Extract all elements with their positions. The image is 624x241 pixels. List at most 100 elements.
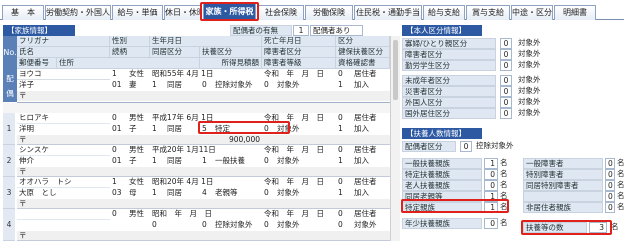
self-info-label: 障害者区分: [402, 49, 496, 60]
birthdate[interactable]: 昭和20年 4月 1日: [150, 177, 262, 188]
spouse-cohab-code[interactable]: 1: [150, 80, 162, 91]
self-info-code[interactable]: 0: [500, 97, 512, 108]
health-ins-code[interactable]: 0: [336, 220, 350, 231]
birthdate[interactable]: 昭和 年 月 日: [150, 209, 262, 220]
deathdate[interactable]: 令和 年 月 日: [262, 177, 336, 188]
health-ins-code[interactable]: 1: [336, 124, 350, 135]
relation: 子: [129, 156, 137, 165]
dependent-name[interactable]: [17, 220, 110, 231]
address-field[interactable]: [57, 231, 200, 240]
self-info-code[interactable]: 0: [500, 108, 512, 119]
division-code[interactable]: 0: [336, 209, 350, 220]
tab-labor-insurance[interactable]: 労働保険: [305, 5, 353, 20]
spouse-name[interactable]: 洋子: [17, 80, 110, 91]
tab-statement[interactable]: 明細書: [554, 5, 596, 20]
dependent-kana[interactable]: オオハラ トシ: [17, 177, 110, 188]
dependent-code[interactable]: 1: [200, 156, 212, 167]
tab-social-insurance[interactable]: 社会保険: [258, 5, 304, 20]
dependent-kana[interactable]: [17, 209, 110, 220]
extra-field[interactable]: [262, 231, 390, 240]
division-code[interactable]: 0: [336, 145, 350, 156]
extra-field[interactable]: [262, 167, 390, 176]
address-field[interactable]: [57, 167, 200, 176]
income-field[interactable]: 900,000: [200, 135, 262, 144]
spouse-dis-code[interactable]: 0: [262, 80, 274, 91]
spouse-deathdate[interactable]: 令和 年 月 日: [262, 69, 336, 80]
income-field[interactable]: [200, 199, 262, 208]
zip-field[interactable]: 〒: [17, 135, 57, 144]
dependent-code[interactable]: 4: [200, 188, 212, 199]
tab-bonus-payment[interactable]: 賞与支給: [466, 5, 510, 20]
spouse-zip[interactable]: 〒: [17, 91, 390, 101]
extra-field[interactable]: [262, 135, 390, 144]
cohabit-code[interactable]: 0: [150, 220, 162, 231]
health-ins-code[interactable]: 1: [336, 156, 350, 167]
relation-code[interactable]: 01: [110, 156, 126, 167]
cohabit-code[interactable]: 1: [150, 156, 162, 167]
spouse-rel-code[interactable]: 01: [110, 80, 126, 91]
relation-code[interactable]: [110, 220, 126, 231]
spouse-presence-code[interactable]: 1: [293, 25, 309, 36]
family-scrollbar[interactable]: [390, 36, 400, 241]
division: 居住者: [354, 145, 377, 154]
tab-labor-contract[interactable]: 労働契約・外国人: [45, 5, 111, 20]
dependent-code[interactable]: 0: [200, 220, 212, 231]
division-code[interactable]: 0: [336, 113, 350, 124]
dependent-name[interactable]: 大原 とし: [17, 188, 110, 199]
division-code[interactable]: 0: [336, 177, 350, 188]
disability-code[interactable]: 0: [262, 156, 274, 167]
relation-code[interactable]: 03: [110, 188, 126, 199]
tab-basic[interactable]: 基 本: [2, 5, 44, 20]
tab-resident-tax[interactable]: 住民税・通勤手当: [354, 5, 422, 20]
spouse-rel: 妻: [129, 80, 137, 89]
dependent-kana[interactable]: シンスケ: [17, 145, 110, 156]
tab-salary[interactable]: 給与・単価: [112, 5, 163, 20]
dependent-name[interactable]: 洋明: [17, 124, 110, 135]
cohabit-code[interactable]: 1: [150, 188, 162, 199]
self-info-code[interactable]: 0: [500, 86, 512, 97]
spouse-div-code[interactable]: 0: [460, 141, 472, 152]
spouse-birthdate[interactable]: 昭和55年 4月 1日: [150, 69, 262, 80]
self-info-code[interactable]: 0: [500, 38, 512, 49]
tab-salary-payment[interactable]: 給与支給: [423, 5, 465, 20]
tab-midterm[interactable]: 中途・区分: [511, 5, 553, 20]
disability-code[interactable]: 0: [262, 188, 274, 199]
spouse-presence-value[interactable]: 配偶者あり: [310, 25, 363, 36]
dependent-kana[interactable]: ヒロアキ: [17, 113, 110, 124]
health-ins-code[interactable]: 1: [336, 188, 350, 199]
extra-field[interactable]: [262, 199, 390, 208]
relation-code[interactable]: 01: [110, 124, 126, 135]
dependent-count-label: 年少扶養親族: [402, 218, 482, 229]
spouse-gender-code[interactable]: 1: [110, 69, 124, 80]
zip-field[interactable]: 〒: [17, 231, 57, 240]
spouse-div-code[interactable]: 0: [336, 69, 350, 80]
self-info-code[interactable]: 0: [500, 60, 512, 71]
self-info-code[interactable]: 0: [500, 49, 512, 60]
zip-field[interactable]: 〒: [17, 199, 57, 208]
health-ins: 加入: [354, 188, 369, 197]
relation: 母: [129, 188, 137, 197]
spouse-side-label: 配偶: [3, 69, 17, 102]
deathdate[interactable]: 令和 年 月 日: [262, 145, 336, 156]
address-field[interactable]: [57, 135, 200, 144]
spouse-hi-code[interactable]: 1: [336, 80, 350, 91]
cohabit-code[interactable]: 1: [150, 124, 162, 135]
gender-code[interactable]: 1: [110, 177, 124, 188]
scroll-thumb[interactable]: [393, 40, 398, 100]
self-info-code[interactable]: 0: [500, 75, 512, 86]
tab-holiday[interactable]: 休日・休暇: [164, 5, 202, 20]
income-field[interactable]: [200, 231, 262, 240]
birthdate[interactable]: 平成20年 1月11日: [150, 145, 262, 156]
zip-field[interactable]: 〒: [17, 167, 57, 176]
gender-code[interactable]: 0: [110, 145, 124, 156]
spouse-kana[interactable]: ヨウコ: [17, 69, 110, 80]
dependent-name[interactable]: 伸介: [17, 156, 110, 167]
address-field[interactable]: [57, 199, 200, 208]
gender-code[interactable]: 0: [110, 113, 124, 124]
dependent-count-label: 老人扶養親族: [402, 180, 482, 191]
income-field[interactable]: [200, 167, 262, 176]
spouse-dep-code[interactable]: 0: [200, 80, 212, 91]
disability-code[interactable]: 0: [262, 220, 274, 231]
gender-code[interactable]: 0: [110, 209, 124, 220]
deathdate[interactable]: 令和 年 月 日: [262, 209, 336, 220]
